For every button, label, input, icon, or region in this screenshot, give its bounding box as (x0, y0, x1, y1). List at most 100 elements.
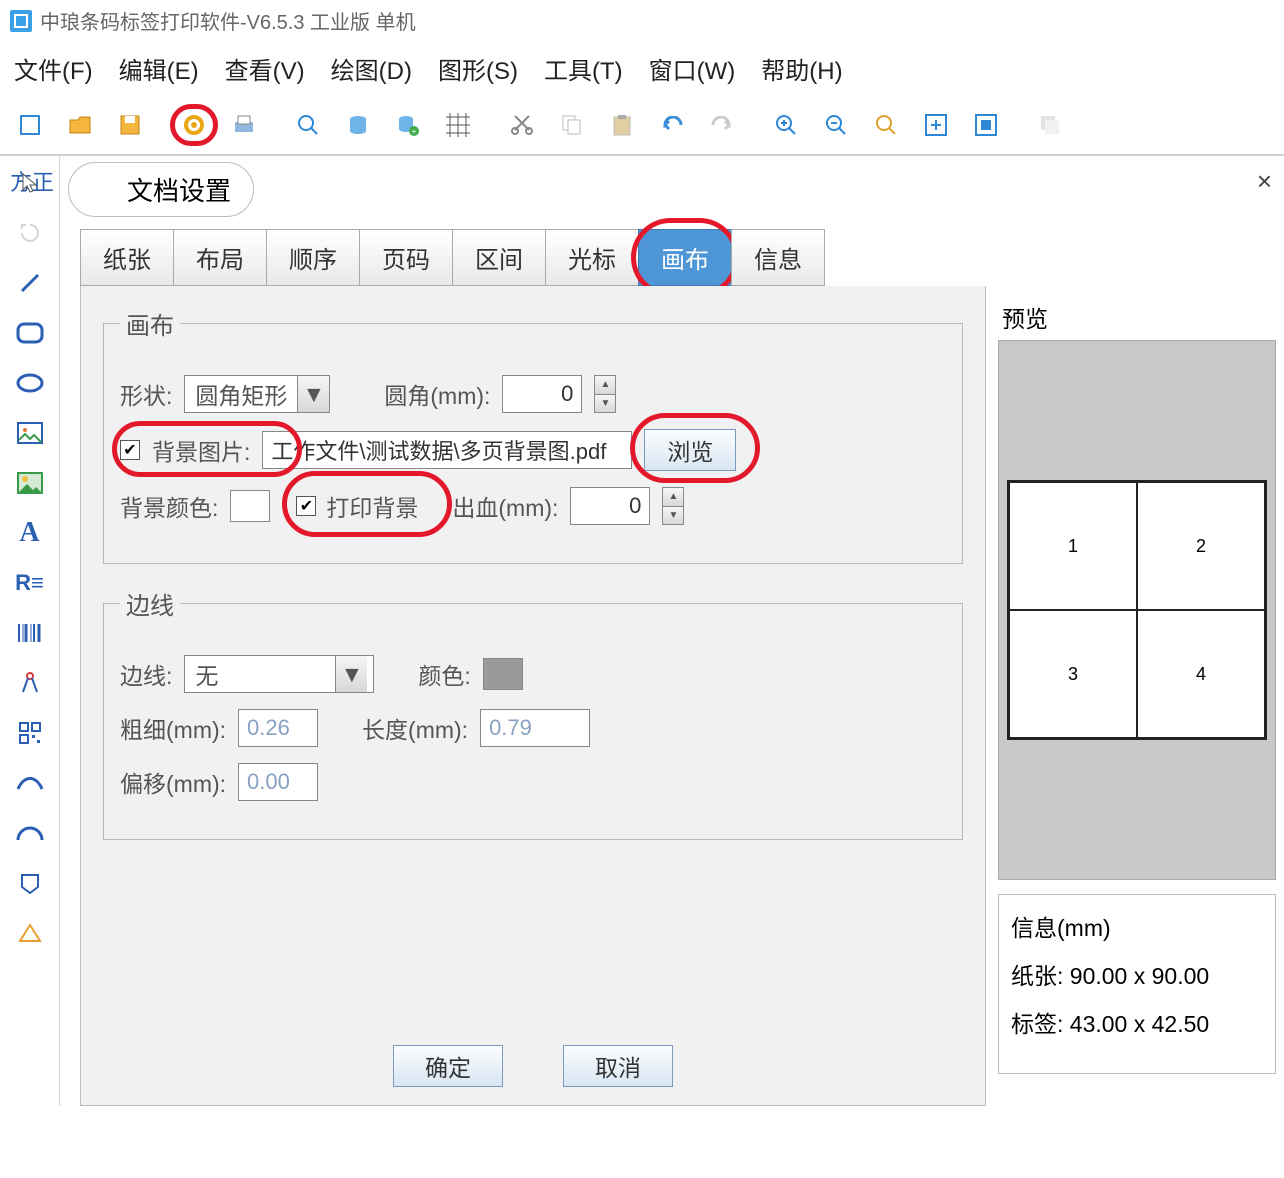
image-tool[interactable] (7, 410, 53, 456)
qrcode-tool[interactable] (7, 710, 53, 756)
curve-tool[interactable] (7, 760, 53, 806)
input-bleed[interactable] (570, 487, 650, 525)
swatch-bgcolor[interactable] (230, 490, 270, 522)
round-rect-tool[interactable] (7, 310, 53, 356)
select-border[interactable]: 无 ▼ (184, 655, 374, 693)
triangle-tool[interactable] (7, 910, 53, 956)
cursor-icon (18, 171, 42, 195)
paste-button[interactable] (598, 104, 646, 146)
browse-button[interactable]: 浏览 (644, 429, 736, 471)
swatch-border-color[interactable] (483, 658, 523, 690)
checkbox-bgimg[interactable]: ✔ (120, 440, 140, 460)
qrcode-icon (18, 721, 42, 745)
checkbox-printbg[interactable]: ✔ (296, 496, 316, 516)
barcode-tool[interactable] (7, 610, 53, 656)
compass-icon (17, 670, 43, 696)
spinner-bleed[interactable]: ▲▼ (662, 487, 684, 525)
menu-shape[interactable]: 图形(S) (438, 51, 518, 86)
text-icon: A (19, 517, 39, 549)
redo-button[interactable] (698, 104, 746, 146)
preview-title: 预览 (998, 294, 1276, 340)
spinner-radius[interactable]: ▲▼ (594, 375, 616, 413)
rotate-tool[interactable] (7, 210, 53, 256)
richtext-icon: R≡ (15, 570, 44, 596)
zoom-page-button[interactable] (284, 104, 332, 146)
new-doc-button[interactable] (6, 104, 54, 146)
picture-tool[interactable] (7, 460, 53, 506)
polygon-tool[interactable] (7, 860, 53, 906)
triangle-icon (18, 923, 42, 943)
tab-pageno[interactable]: 页码 (359, 229, 453, 286)
richtext-tool[interactable]: R≡ (7, 560, 53, 606)
label-thick: 粗细(mm): (120, 711, 226, 745)
fullscreen-button[interactable] (962, 104, 1010, 146)
input-bgimg-path[interactable] (262, 431, 632, 469)
preview-cell: 4 (1137, 610, 1265, 738)
undo-button[interactable] (648, 104, 696, 146)
fit-button[interactable] (912, 104, 960, 146)
label-bgimg: 背景图片: (152, 433, 250, 467)
legend-border: 边线 (120, 586, 180, 621)
tab-cursor[interactable]: 光标 (545, 229, 639, 286)
select-shape[interactable]: 圆角矩形 ▼ (184, 375, 330, 413)
chevron-down-icon: ▼ (297, 376, 329, 412)
tabs: 纸张 布局 顺序 页码 区间 光标 画布 信息 (80, 229, 1284, 286)
database-button[interactable] (334, 104, 382, 146)
tab-layout[interactable]: 布局 (173, 229, 267, 286)
copy-button[interactable] (548, 104, 596, 146)
tab-order[interactable]: 顺序 (266, 229, 360, 286)
dialog-icon (91, 177, 117, 203)
ellipse-tool[interactable] (7, 360, 53, 406)
preview-sheet: 1 2 3 4 (1007, 480, 1267, 740)
settings-button[interactable] (170, 104, 218, 146)
select-border-value: 无 (185, 657, 335, 691)
menu-file[interactable]: 文件(F) (14, 51, 93, 86)
tab-info[interactable]: 信息 (731, 229, 825, 286)
cut-button[interactable] (498, 104, 546, 146)
arc-tool[interactable] (7, 810, 53, 856)
preview-cell: 3 (1009, 610, 1137, 738)
cancel-button[interactable]: 取消 (563, 1045, 673, 1087)
compass-tool[interactable] (7, 660, 53, 706)
app-icon (10, 10, 32, 32)
zoom-reset-button[interactable] (862, 104, 910, 146)
label-bgcolor: 背景颜色: (120, 489, 218, 523)
titlebar: 中琅条码标签打印软件-V6.5.3 工业版 单机 (0, 0, 1284, 41)
gear-icon (180, 111, 208, 139)
menu-tool[interactable]: 工具(T) (544, 51, 623, 86)
input-radius[interactable] (502, 375, 582, 413)
menu-help[interactable]: 帮助(H) (761, 51, 842, 86)
panel-canvas: 画布 形状: 圆角矩形 ▼ 圆角(mm): ▲▼ (80, 286, 986, 1106)
label-shape: 形状: (120, 377, 172, 411)
menu-draw[interactable]: 绘图(D) (331, 51, 412, 86)
menu-view[interactable]: 查看(V) (225, 51, 305, 86)
open-button[interactable] (56, 104, 104, 146)
label-radius: 圆角(mm): (384, 377, 490, 411)
line-tool[interactable] (7, 260, 53, 306)
tab-canvas-label: 画布 (661, 247, 709, 274)
layers-button[interactable] (1026, 104, 1074, 146)
tab-paper[interactable]: 纸张 (80, 229, 174, 286)
tab-canvas[interactable]: 画布 (638, 229, 732, 286)
print-button[interactable] (220, 104, 268, 146)
preview-cell: 2 (1137, 482, 1265, 610)
zoom-out-button[interactable] (812, 104, 860, 146)
text-tool[interactable]: A (7, 510, 53, 556)
database-add-button[interactable]: + (384, 104, 432, 146)
grid-button[interactable] (434, 104, 482, 146)
dialog-footer: 确定 取消 (81, 1045, 985, 1087)
svg-text:+: + (412, 127, 417, 136)
tab-range[interactable]: 区间 (452, 229, 546, 286)
info-paper-value: 90.00 x 90.00 (1070, 963, 1209, 989)
save-button[interactable] (106, 104, 154, 146)
preview-cell: 1 (1009, 482, 1137, 610)
menu-edit[interactable]: 编辑(E) (119, 51, 199, 86)
menu-window[interactable]: 窗口(W) (649, 51, 736, 86)
pointer-tool[interactable] (7, 160, 53, 206)
close-button[interactable]: × (1257, 166, 1272, 197)
label-bleed: 出血(mm): (452, 489, 558, 523)
ok-button[interactable]: 确定 (393, 1045, 503, 1087)
tool-palette: A R≡ (0, 156, 60, 1106)
zoom-in-button[interactable] (762, 104, 810, 146)
select-shape-value: 圆角矩形 (185, 377, 297, 411)
